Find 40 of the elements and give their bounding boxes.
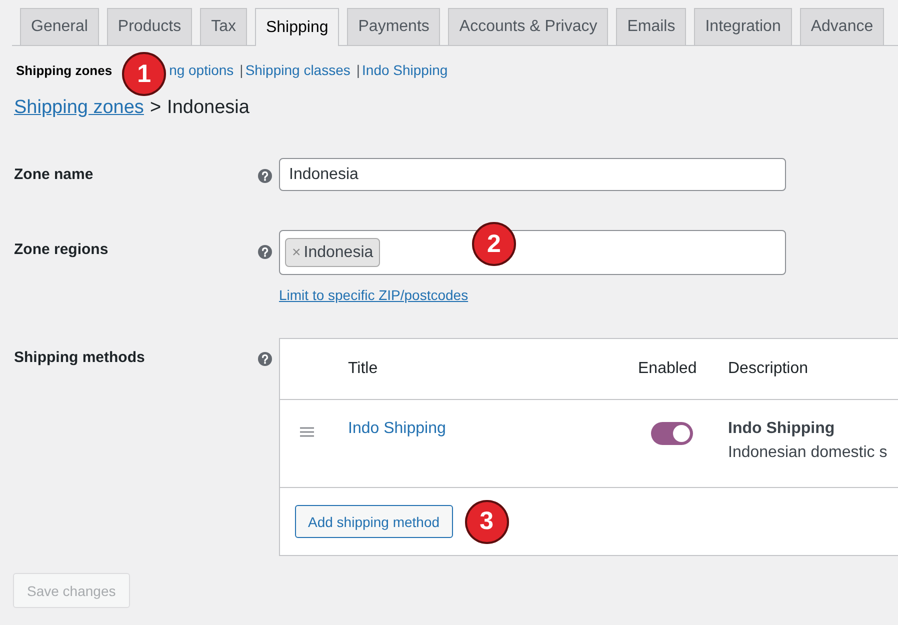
section-link[interactable]: Indo Shipping bbox=[362, 62, 448, 78]
field-label: Zone regions bbox=[14, 241, 110, 258]
field-label: Zone name bbox=[14, 166, 94, 183]
postcode-link[interactable]: Limit to specific ZIP/postcodes bbox=[279, 287, 468, 303]
separator: | bbox=[356, 62, 360, 78]
column-header: Description bbox=[728, 360, 810, 378]
region-tag[interactable]: × Indonesia bbox=[285, 238, 380, 267]
help-icon bbox=[258, 169, 272, 183]
tag-label: Indonesia bbox=[304, 244, 374, 262]
section-link[interactable]: Shipping classes bbox=[245, 62, 350, 78]
remove-icon[interactable]: × bbox=[292, 244, 301, 261]
drag-handle-icon[interactable] bbox=[300, 427, 314, 437]
zone-name-field[interactable]: Indonesia bbox=[279, 158, 786, 191]
settings-tab[interactable]: Shipping bbox=[254, 8, 340, 46]
breadcrumb-link[interactable]: Shipping zones bbox=[14, 97, 144, 119]
method-name: Indo Shipping bbox=[728, 420, 836, 438]
step-number-badge: 1 bbox=[122, 52, 166, 96]
settings-tab[interactable]: Emails bbox=[616, 8, 686, 45]
step-number-badge: 3 bbox=[464, 500, 509, 544]
settings-tab[interactable]: Integration bbox=[694, 8, 792, 45]
settings-tab[interactable]: Products bbox=[106, 8, 192, 45]
column-header: Enabled bbox=[638, 360, 698, 378]
help-icon bbox=[258, 352, 272, 366]
settings-tab[interactable]: Payments bbox=[347, 8, 440, 45]
method-link[interactable]: Indo Shipping bbox=[348, 420, 446, 437]
enabled-toggle[interactable] bbox=[651, 422, 693, 445]
add-shipping-method-button[interactable]: Add shipping method bbox=[295, 505, 453, 538]
settings-tab[interactable]: Advance bbox=[800, 8, 884, 45]
section-link[interactable]: Shipping zones bbox=[16, 62, 112, 78]
settings-tab[interactable]: Tax bbox=[200, 8, 247, 45]
breadcrumb-separator: > bbox=[150, 97, 162, 119]
help-icon bbox=[258, 245, 272, 259]
separator: | bbox=[240, 62, 244, 78]
settings-tab[interactable]: General bbox=[20, 8, 99, 45]
zone-title: Indonesia bbox=[167, 97, 250, 119]
column-header: Title bbox=[348, 360, 379, 378]
field-label: Shipping methods bbox=[14, 349, 146, 366]
settings-tab[interactable]: Accounts & Privacy bbox=[448, 8, 608, 45]
method-description: Indonesian domestic s bbox=[728, 444, 888, 462]
section-link[interactable]: ng options bbox=[169, 62, 234, 78]
